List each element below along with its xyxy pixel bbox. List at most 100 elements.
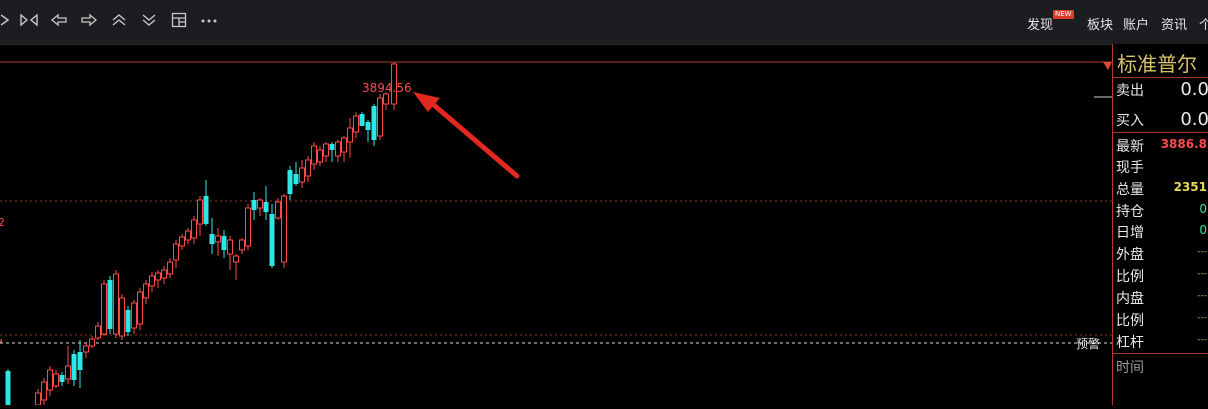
time-label: 时间 [1116,360,1144,376]
quote-panel: 标准普尔 卖出 0.0 买入 0.0 最新 3886.8 现手 总量 2351 … [1112,44,1208,405]
warning-label: 预警 [1076,336,1100,351]
candlestick [5,369,11,405]
candle-body [257,199,263,209]
candlestick [365,120,371,142]
candlestick [305,156,311,182]
candle-body [161,269,167,279]
candlestick [71,350,77,386]
candlestick [125,306,131,336]
candle-body [359,114,365,126]
candlestick [215,228,221,256]
candle-body [341,137,347,153]
candlestick [353,112,359,138]
candlestick [197,196,203,236]
candlestick [299,160,305,188]
double-down-icon[interactable] [138,12,160,32]
nav-next-icon[interactable] [0,12,12,32]
daily-increase-value: 0 [1199,223,1207,237]
candle-body [53,373,59,387]
candlestick [335,140,341,162]
candle-body [167,261,173,275]
candle-body [377,97,383,137]
candle-body [5,371,11,405]
chart-canvas: 3894.56 2 预警 [0,61,1112,406]
candle-body [179,236,185,247]
candle-body [113,273,119,335]
candlestick [347,118,353,158]
more-icon[interactable] [198,12,220,32]
candle-body [155,272,161,281]
candlestick [0,339,2,343]
candlestick [233,254,239,280]
candlestick [323,142,329,162]
candlestick [173,240,179,268]
candle-body [95,325,101,339]
candle-body [143,283,149,299]
candlestick [137,288,143,330]
candlestick [263,186,269,220]
candlestick [47,366,53,396]
candle-body [221,236,227,250]
candlestick [119,294,125,340]
double-up-icon[interactable] [108,12,130,32]
divider [1113,77,1208,78]
candlestick [377,94,383,140]
outer-value: --- [1197,247,1207,257]
sell-value: 0.0 [1180,79,1208,100]
candle-body [347,127,353,143]
current-hand-label: 现手 [1116,160,1144,176]
candlestick [341,136,347,162]
candles-group [0,62,397,406]
menu-sectors[interactable]: 板块 [1087,14,1113,33]
instrument-title: 标准普尔 [1117,52,1197,76]
candle-body [311,145,317,165]
candle-body [41,381,47,401]
candle-body [299,167,305,183]
inner-label: 内盘 [1116,291,1144,307]
candle-body [287,170,293,194]
candlestick [185,228,191,244]
menu-news[interactable]: 资讯 [1161,14,1187,33]
divider [1113,132,1208,133]
candle-body [251,200,257,210]
latest-label: 最新 [1116,139,1144,155]
sell-label: 卖出 [1116,83,1144,99]
candle-body [83,345,89,353]
candlestick [203,180,209,226]
candle-body [383,93,389,105]
leverage-value: --- [1197,335,1207,345]
candlestick [53,370,59,388]
candle-body [185,230,191,241]
arrow-right-icon[interactable] [78,12,100,32]
candle-body [335,141,341,157]
candlestick [59,372,65,386]
menu-more[interactable]: 个 [1199,14,1208,33]
nav-first-last-icon[interactable] [18,12,40,32]
candle-body [131,302,137,329]
candlestick [95,322,101,340]
candlestick [113,270,119,338]
candlestick-chart[interactable]: 3894.56 2 预警 [0,44,1112,406]
candlestick [155,270,161,288]
menu-account[interactable]: 账户 [1123,14,1149,33]
top-toolbar: 发现 NEW 板块 账户 资讯 个 [0,0,1208,45]
open-interest-value: 0 [1199,202,1207,216]
candle-body [203,196,209,224]
candlestick [293,162,299,186]
candle-body [305,159,311,177]
candle-body [71,354,77,380]
layout-grid-icon[interactable] [168,12,190,32]
candle-body [119,297,125,337]
total-volume-value: 2351 [1173,180,1207,194]
ratio1-label: 比例 [1116,269,1144,285]
new-badge: NEW [1053,10,1074,19]
candlestick [257,198,263,216]
candle-body [317,149,323,163]
open-interest-label: 持仓 [1116,204,1144,220]
outer-label: 外盘 [1116,247,1144,263]
high-price-label: 3894.56 [362,81,412,95]
candle-body [263,202,269,212]
menu-discover[interactable]: 发现 NEW [1027,10,1074,33]
candle-body [197,199,203,225]
arrow-left-icon[interactable] [48,12,70,32]
